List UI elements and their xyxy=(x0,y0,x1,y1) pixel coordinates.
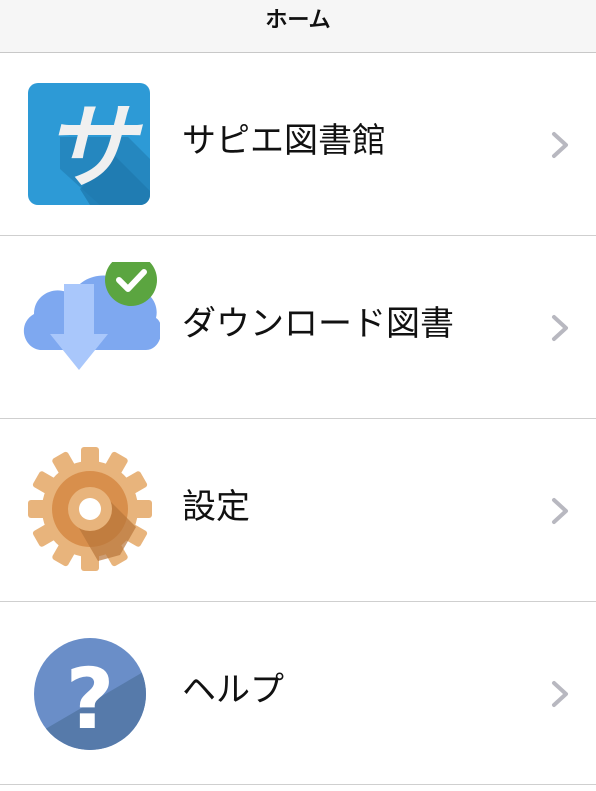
help-question-mark: ? xyxy=(66,650,115,748)
menu-item-help[interactable]: ? ヘルプ xyxy=(0,602,596,785)
chevron-right-icon xyxy=(548,497,572,525)
menu-item-label: 設定 xyxy=(182,487,250,527)
page-title: ホーム xyxy=(265,8,331,33)
chevron-right-icon xyxy=(548,314,572,342)
menu-item-label: サピエ図書館 xyxy=(182,121,386,161)
chevron-right-icon xyxy=(548,131,572,159)
gear-icon xyxy=(20,445,155,575)
menu-item-settings[interactable]: 設定 xyxy=(0,419,596,602)
home-menu-list: サ サピエ図書館 ダウンロード図書 設定 ? ヘルプ xyxy=(0,53,596,785)
help-icon: ? xyxy=(20,628,155,758)
menu-item-label: ダウンロード図書 xyxy=(182,304,454,344)
cloud-download-icon xyxy=(20,262,160,392)
menu-item-label: ヘルプ xyxy=(182,670,284,710)
sapie-logo-text: サ xyxy=(43,94,143,201)
sapie-library-icon: サ xyxy=(20,79,155,209)
navigation-bar: ホーム xyxy=(0,0,596,53)
chevron-right-icon xyxy=(548,680,572,708)
menu-item-sapie-library[interactable]: サ サピエ図書館 xyxy=(0,53,596,236)
menu-item-downloaded-books[interactable]: ダウンロード図書 xyxy=(0,236,596,419)
